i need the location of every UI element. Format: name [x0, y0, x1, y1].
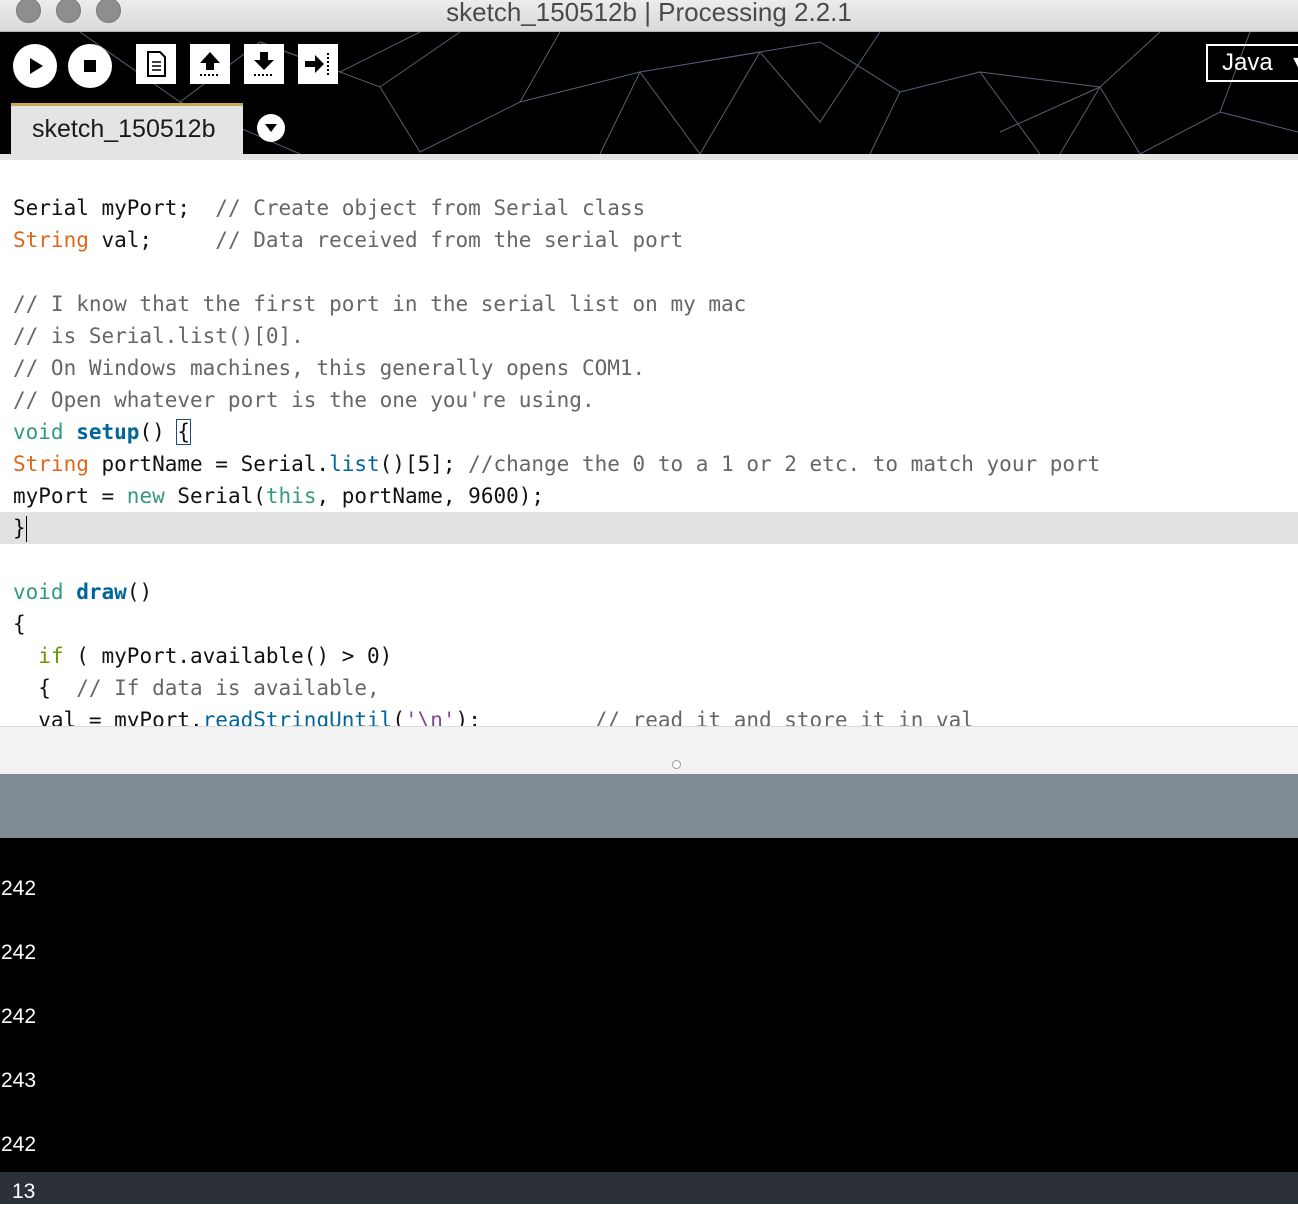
save-down-arrow-icon: [254, 52, 274, 76]
code-line: }: [13, 516, 27, 542]
editor-console-divider[interactable]: [0, 726, 1298, 774]
chevron-down-icon: ▼: [1290, 54, 1298, 71]
code-line: {: [13, 612, 26, 636]
open-up-arrow-icon: [200, 52, 220, 76]
tab-sketch[interactable]: sketch_150512b: [11, 103, 243, 154]
open-button[interactable]: [190, 44, 230, 84]
export-button[interactable]: [298, 44, 338, 84]
code-line: // I know that the first port in the ser…: [13, 292, 747, 316]
stop-button[interactable]: [68, 44, 112, 88]
export-arrow-icon: [305, 53, 329, 76]
mode-selector[interactable]: Java ▼: [1206, 44, 1298, 82]
window-title: sketch_150512b | Processing 2.2.1: [446, 0, 852, 27]
tab-menu-button[interactable]: [257, 114, 285, 142]
console-line: 243: [1, 1069, 37, 1092]
chevron-down-icon: [265, 124, 277, 132]
window-titlebar: sketch_150512b | Processing 2.2.1: [0, 0, 1298, 32]
code-line: void draw(): [13, 580, 153, 604]
save-button[interactable]: [244, 44, 284, 84]
code-line: // is Serial.list()[0].: [13, 324, 304, 348]
resize-handle[interactable]: [672, 760, 681, 769]
mode-label: Java: [1222, 49, 1273, 76]
code-line: void setup() {: [13, 419, 192, 445]
code-line: myPort = new Serial(this, portName, 9600…: [13, 484, 545, 508]
code-line: String val; // Data received from the se…: [13, 228, 684, 252]
console-line: 242: [1, 1133, 37, 1156]
new-file-icon: [147, 51, 166, 77]
console-output[interactable]: 242 242 242 243 242: [0, 838, 1298, 1172]
code-line: // On Windows machines, this generally o…: [13, 356, 646, 380]
run-button[interactable]: [13, 44, 57, 88]
line-number-footer: 13: [0, 1172, 1298, 1204]
code-line: { // If data is available,: [13, 676, 380, 700]
code-line: val = myPort.readStringUntil('\n'); // r…: [13, 708, 974, 726]
toolbar-header: Java ▼ sketch_150512b: [0, 32, 1298, 154]
stop-icon: [84, 60, 96, 72]
line-number: 13: [12, 1180, 36, 1203]
tab-label: sketch_150512b: [32, 115, 216, 143]
code-editor[interactable]: Serial myPort; // Create object from Ser…: [0, 160, 1298, 726]
new-button[interactable]: [136, 44, 176, 84]
message-area: [0, 774, 1298, 838]
text-cursor: [25, 516, 27, 542]
code-line: if ( myPort.available() > 0): [38, 644, 393, 668]
console-line: 242: [1, 941, 37, 964]
code-line: Serial myPort; // Create object from Ser…: [13, 196, 646, 220]
code-line: String portName = Serial.list()[5]; //ch…: [13, 452, 1101, 476]
current-line-highlight: [0, 512, 1298, 544]
console-line: 242: [1, 877, 37, 900]
code-line: // Open whatever port is the one you're …: [13, 388, 595, 412]
console-line: 242: [1, 1005, 37, 1028]
play-icon: [30, 58, 43, 74]
